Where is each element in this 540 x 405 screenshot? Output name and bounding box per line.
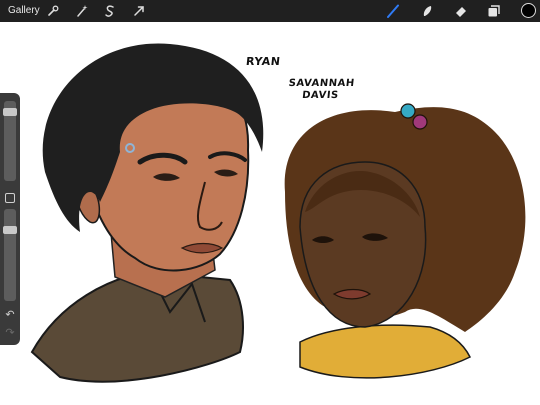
wrench-icon[interactable]: [45, 3, 61, 19]
opacity-slider[interactable]: [3, 209, 17, 301]
magic-wand-icon[interactable]: [74, 3, 90, 19]
brush-size-knob[interactable]: [3, 108, 17, 116]
artwork: [30, 43, 526, 383]
smudge-icon[interactable]: [419, 3, 435, 19]
ryan-label: RYAN: [245, 55, 282, 68]
opacity-knob[interactable]: [3, 226, 17, 234]
layers-icon[interactable]: [486, 3, 502, 19]
savannah-label-line1: SAVANNAH: [288, 78, 356, 89]
savannah-label-line2: DAVIS: [301, 90, 340, 101]
ryan-portrait: [30, 43, 264, 383]
modify-button[interactable]: [5, 193, 15, 203]
savannah-portrait: [284, 103, 526, 379]
drawing-canvas[interactable]: RYAN SAVANNAH DAVIS: [0, 22, 540, 405]
gallery-button[interactable]: Gallery: [8, 3, 40, 19]
top-toolbar: Gallery: [0, 0, 540, 22]
brush-icon[interactable]: [385, 3, 401, 19]
brush-sidebar: ↶ ↷: [0, 93, 20, 345]
savannah-label: SAVANNAH DAVIS: [287, 78, 355, 102]
color-picker-well[interactable]: [521, 3, 536, 18]
selection-icon[interactable]: [102, 3, 118, 19]
redo-icon[interactable]: ↷: [3, 327, 17, 339]
eraser-icon[interactable]: [453, 3, 469, 19]
transform-arrow-icon[interactable]: [131, 3, 147, 19]
brush-size-slider[interactable]: [3, 101, 17, 181]
undo-icon[interactable]: ↶: [3, 309, 17, 321]
